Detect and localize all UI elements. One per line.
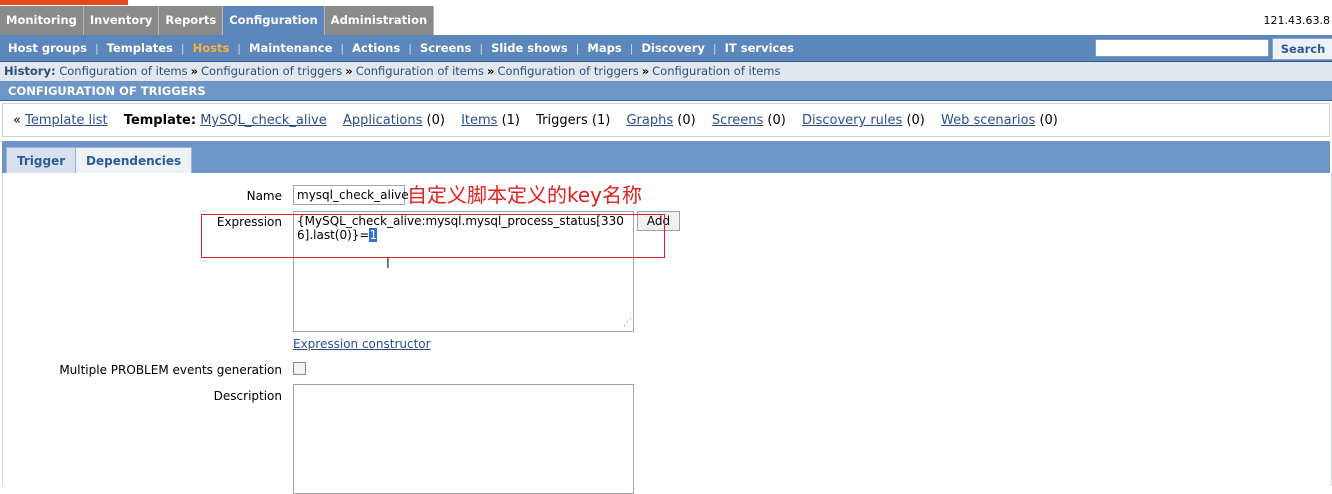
screens-link[interactable]: Screens <box>712 113 763 128</box>
breadcrumb-separator: » <box>345 64 353 78</box>
top-menu-inventory[interactable]: Inventory <box>83 6 160 35</box>
trigger-form: Name mysql_check_alive 自定义脚本定义的key名称 Exp… <box>2 173 1332 494</box>
search-input[interactable] <box>1095 39 1269 57</box>
template-name-link[interactable]: MySQL_check_alive <box>200 113 327 128</box>
description-label: Description <box>213 389 282 403</box>
expression-constructor-link[interactable]: Expression constructor <box>293 337 431 351</box>
history-link-3[interactable]: Configuration of items <box>356 64 484 78</box>
top-menu-reports[interactable]: Reports <box>159 6 224 35</box>
history-link-4[interactable]: Configuration of triggers <box>497 64 638 78</box>
applications-count: (0) <box>426 113 445 128</box>
breadcrumb-separator: » <box>641 64 650 78</box>
page-title: CONFIGURATION OF TRIGGERS <box>0 81 1332 101</box>
sub-menu-bar: Host groups | Templates | Hosts | Maintenan… <box>0 35 1332 62</box>
top-menu-bar: Monitoring Inventory Reports Configurati… <box>0 6 1332 35</box>
history-link-1[interactable]: Configuration of items <box>59 64 187 78</box>
tab-trigger[interactable]: Trigger <box>6 147 77 173</box>
sub-menu-actions[interactable]: Actions <box>344 41 408 55</box>
web-scenarios-link[interactable]: Web scenarios <box>941 113 1035 128</box>
template-label: Template: <box>123 113 197 128</box>
sub-menu-maintenance[interactable]: Maintenance <box>241 41 340 55</box>
breadcrumb: History: Configuration of items» Configur… <box>0 62 1332 81</box>
graphs-count: (0) <box>677 113 696 128</box>
resize-grip-icon[interactable]: ⋰ <box>623 316 632 330</box>
sub-menu-templates[interactable]: Templates <box>99 41 181 55</box>
template-header: « Template list Template: MySQL_check_al… <box>2 103 1330 137</box>
history-link-2[interactable]: Configuration of triggers <box>201 64 342 78</box>
sub-menu-slide-shows[interactable]: Slide shows <box>483 41 576 55</box>
graphs-link[interactable]: Graphs <box>626 113 673 128</box>
annotation-text: 自定义脚本定义的key名称 <box>407 183 643 207</box>
template-list-link[interactable]: Template list <box>25 113 108 128</box>
history-link-5[interactable]: Configuration of items <box>652 64 780 78</box>
description-field[interactable] <box>293 384 634 494</box>
zabbix-logo <box>0 0 128 5</box>
search-button[interactable]: Search <box>1272 38 1332 60</box>
top-menu-monitoring[interactable]: Monitoring <box>0 6 84 35</box>
server-ip: 121.43.63.8 <box>1263 14 1330 27</box>
top-menu: Monitoring Inventory Reports Configurati… <box>0 6 435 35</box>
discovery-rules-count: (0) <box>906 113 925 128</box>
sub-menu-host-groups[interactable]: Host groups <box>0 41 95 55</box>
name-field[interactable]: mysql_check_alive <box>293 185 409 205</box>
multiple-problem-checkbox[interactable] <box>293 362 306 375</box>
history-label: History: <box>4 64 56 78</box>
discovery-rules-link[interactable]: Discovery rules <box>802 113 902 128</box>
items-count: (1) <box>501 113 521 128</box>
sub-menu: Host groups | Templates | Hosts | Maintenan… <box>0 35 802 61</box>
triggers-current: Triggers (1) <box>536 113 611 128</box>
annotation-highlight-box <box>201 214 665 258</box>
top-menu-configuration[interactable]: Configuration <box>223 6 325 35</box>
sub-menu-discovery[interactable]: Discovery <box>633 41 713 55</box>
multiple-problem-label: Multiple PROBLEM events generation <box>59 363 282 377</box>
back-arrow: « <box>13 113 21 128</box>
applications-link[interactable]: Applications <box>343 113 422 128</box>
items-link[interactable]: Items <box>461 113 497 128</box>
text-cursor-icon: I <box>386 257 390 272</box>
sub-menu-it-services[interactable]: IT services <box>717 41 802 55</box>
top-menu-administration[interactable]: Administration <box>324 6 435 35</box>
web-scenarios-count: (0) <box>1039 113 1058 128</box>
name-label: Name <box>246 189 282 203</box>
tab-strip: Trigger Dependencies <box>2 141 1330 173</box>
sub-menu-maps[interactable]: Maps <box>579 41 629 55</box>
sub-menu-screens[interactable]: Screens <box>412 41 479 55</box>
tab-dependencies[interactable]: Dependencies <box>75 147 193 173</box>
breadcrumb-separator: » <box>487 64 495 78</box>
sub-menu-hosts[interactable]: Hosts <box>185 41 238 55</box>
breadcrumb-separator: » <box>190 64 199 78</box>
screens-count: (0) <box>767 113 786 128</box>
